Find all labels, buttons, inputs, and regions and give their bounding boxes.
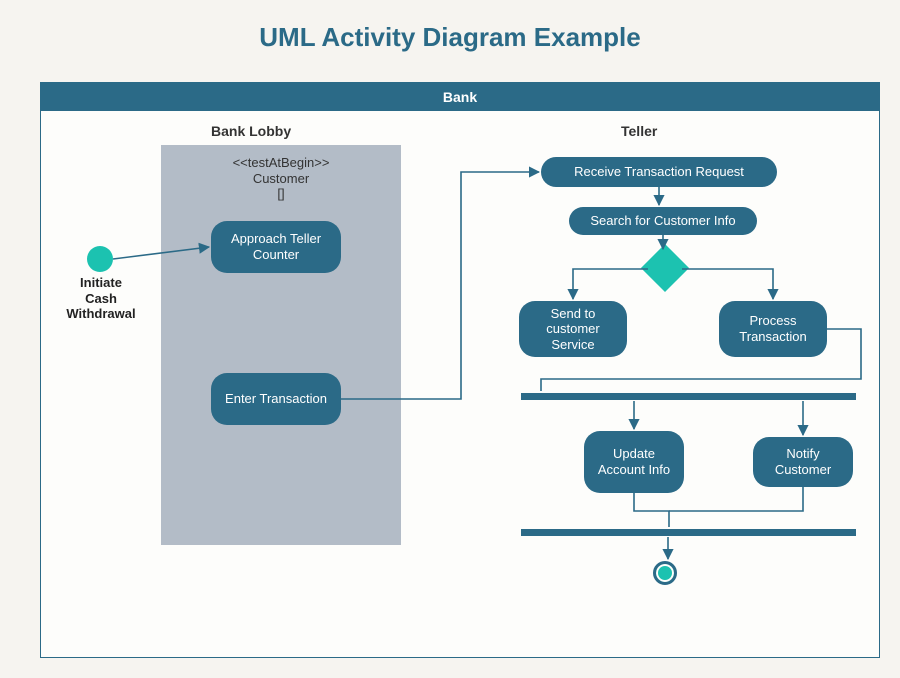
lane-label-teller: Teller [621, 123, 657, 139]
initial-node-label: Initiate Cash Withdrawal [55, 275, 147, 322]
pool-frame: Bank Bank Lobby Teller <<testAtBegin>> C… [40, 82, 880, 658]
join-bar [521, 529, 856, 536]
activity-update-account-info: Update Account Info [584, 431, 684, 493]
activity-search-customer-info: Search for Customer Info [569, 207, 757, 235]
activity-receive-transaction-request: Receive Transaction Request [541, 157, 777, 187]
activity-enter-transaction: Enter Transaction [211, 373, 341, 425]
partition-stereotype: <<testAtBegin>> [233, 155, 330, 170]
activity-notify-customer: Notify Customer [753, 437, 853, 487]
pool-header: Bank [41, 83, 879, 111]
activity-send-customer-service: Send to customer Service [519, 301, 627, 357]
partition-guard: [] [277, 186, 284, 201]
decision-node [641, 244, 689, 292]
fork-bar [521, 393, 856, 400]
activity-process-transaction: Process Transaction [719, 301, 827, 357]
initial-node [87, 246, 113, 272]
lane-label-lobby: Bank Lobby [211, 123, 291, 139]
final-node [653, 561, 677, 585]
partition-customer: <<testAtBegin>> Customer [] [161, 145, 401, 545]
diagram-title: UML Activity Diagram Example [0, 22, 900, 53]
partition-name: Customer [253, 171, 309, 186]
activity-approach-teller-counter: Approach Teller Counter [211, 221, 341, 273]
